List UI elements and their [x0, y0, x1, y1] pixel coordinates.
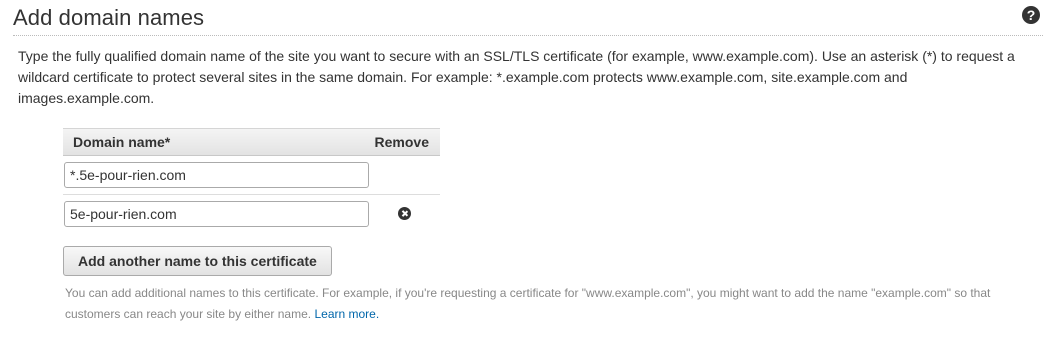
column-header-domain-name: Domain name*	[73, 134, 171, 150]
learn-more-link[interactable]: Learn more.	[314, 307, 379, 321]
panel-header: Add domain names ?	[13, 4, 1043, 34]
header-divider	[13, 35, 1043, 36]
question-circle-icon[interactable]: ?	[1022, 6, 1040, 24]
table-header: Domain name* Remove	[63, 128, 440, 156]
page-title: Add domain names	[13, 5, 205, 30]
column-header-remove: Remove	[374, 134, 429, 150]
domain-name-input-2[interactable]	[64, 201, 369, 227]
hint-text: You can add additional names to this cer…	[65, 283, 1025, 325]
description-text: Type the fully qualified domain name of …	[18, 48, 1015, 106]
add-domain-names-panel: Add domain names ? Type the fully qualif…	[0, 0, 1047, 337]
table-row	[63, 156, 440, 195]
domain-names-table: Domain name* Remove	[63, 128, 440, 233]
hint-body: You can add additional names to this cer…	[65, 286, 991, 321]
table-row	[63, 195, 440, 233]
domain-name-input-1[interactable]	[64, 162, 369, 188]
add-another-name-button[interactable]: Add another name to this certificate	[63, 246, 332, 276]
remove-circle-icon[interactable]	[398, 207, 411, 220]
